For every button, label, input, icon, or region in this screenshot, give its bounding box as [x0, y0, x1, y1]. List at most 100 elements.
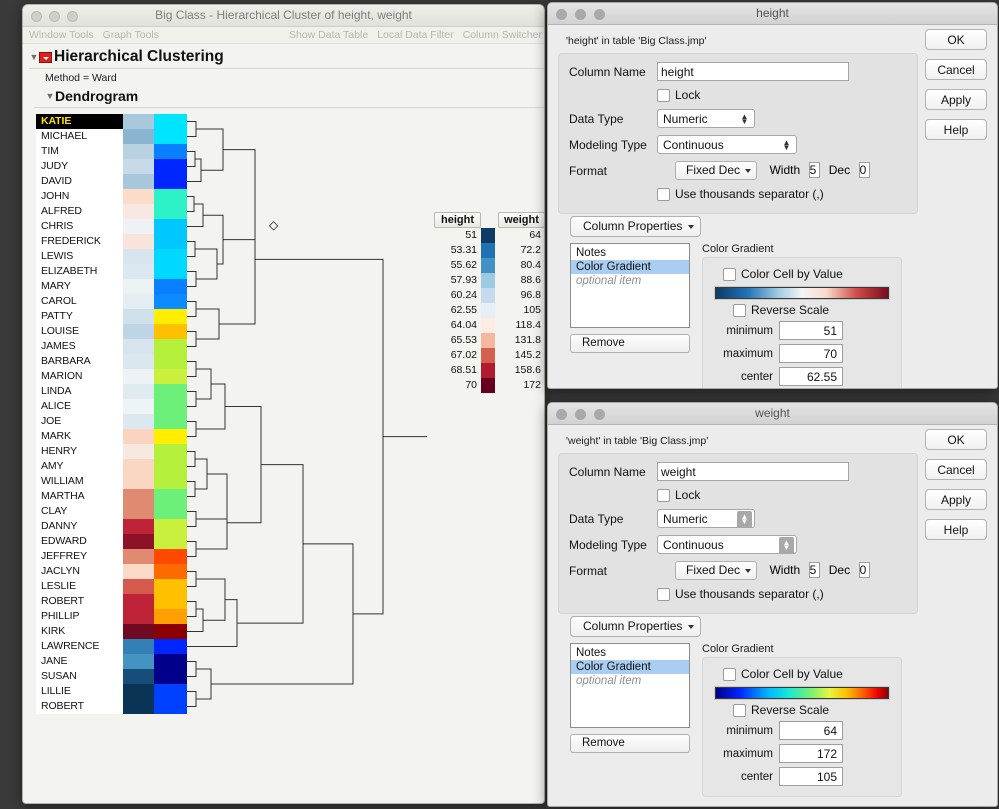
thousands-separator-checkbox[interactable]: [657, 187, 670, 201]
cancel-button[interactable]: Cancel: [925, 59, 987, 80]
heatmap-cell[interactable]: [154, 429, 187, 445]
row-label[interactable]: MARION: [36, 369, 123, 384]
heatmap-cell[interactable]: [123, 474, 154, 490]
heatmap-cell[interactable]: [154, 459, 187, 475]
toolbar-show-data-table[interactable]: Show Data Table: [289, 29, 368, 41]
center-input[interactable]: 62.55: [779, 367, 843, 386]
width-input[interactable]: 5: [808, 562, 821, 578]
outline-dendrogram[interactable]: ▼Dendrogram: [23, 87, 544, 109]
row-label[interactable]: LAWRENCE: [36, 639, 123, 654]
row-label[interactable]: JACLYN: [36, 564, 123, 579]
row-label-list[interactable]: KATIE MICHAEL TIM JUDY DAVID JOHN ALFRED CHRIS F…: [36, 114, 123, 715]
heatmap-cell[interactable]: [154, 174, 187, 190]
chevron-updown-icon[interactable]: ▲ ▼: [737, 111, 752, 128]
row-label[interactable]: SUSAN: [36, 669, 123, 684]
row-label[interactable]: ELIZABETH: [36, 264, 123, 279]
minimum-input[interactable]: 64: [779, 721, 843, 740]
heatmap-cell[interactable]: [123, 294, 154, 310]
heatmap-cell[interactable]: [123, 219, 154, 235]
list-item-color-gradient[interactable]: Color Gradient: [571, 660, 689, 674]
data-type-select[interactable]: Numeric ▲ ▼: [657, 109, 755, 128]
modeling-type-select[interactable]: Continuous ▲ ▼: [657, 535, 797, 554]
lock-checkbox[interactable]: [657, 488, 670, 502]
toolbar-window-tools[interactable]: Window Tools: [29, 29, 94, 41]
heatmap-cell[interactable]: [123, 369, 154, 385]
row-label[interactable]: ALICE: [36, 399, 123, 414]
row-label[interactable]: JANE: [36, 654, 123, 669]
heatmap-cell[interactable]: [154, 369, 187, 385]
row-label[interactable]: JOHN: [36, 189, 123, 204]
heatmap-cell[interactable]: [123, 189, 154, 205]
heatmap-cell[interactable]: [123, 354, 154, 370]
height-gradient-bar[interactable]: [715, 287, 889, 299]
row-label[interactable]: CLAY: [36, 504, 123, 519]
row-label[interactable]: LILLIE: [36, 684, 123, 699]
dec-input[interactable]: 0: [858, 162, 871, 178]
row-label[interactable]: PHILLIP: [36, 609, 123, 624]
heatmap-cell[interactable]: [154, 474, 187, 490]
red-triangle-menu-icon[interactable]: [39, 51, 52, 63]
heatmap-cell[interactable]: [123, 459, 154, 475]
heatmap-cell[interactable]: [123, 594, 154, 610]
dendrogram-area[interactable]: KATIE MICHAEL TIM JUDY DAVID JOHN ALFRED CHRIS F…: [23, 108, 544, 748]
heatmap-cell[interactable]: [154, 654, 187, 670]
heatmap-cell[interactable]: [123, 324, 154, 340]
heatmap-cell[interactable]: [154, 159, 187, 175]
remove-button[interactable]: Remove: [570, 734, 690, 753]
apply-button[interactable]: Apply: [925, 489, 987, 510]
heatmap-cell[interactable]: [154, 534, 187, 550]
toolbar-local-data-filter[interactable]: Local Data Filter: [377, 29, 453, 41]
heatmap-cell[interactable]: [154, 324, 187, 340]
heatmap-cell[interactable]: [154, 684, 187, 700]
weight-dialog-titlebar[interactable]: weight: [548, 403, 997, 425]
heatmap-cell[interactable]: [123, 579, 154, 595]
minimum-input[interactable]: 51: [779, 321, 843, 340]
heatmap-column-height[interactable]: [123, 114, 154, 715]
heatmap-cell[interactable]: [154, 519, 187, 535]
row-label[interactable]: AMY: [36, 459, 123, 474]
heatmap-cell[interactable]: [123, 174, 154, 190]
heatmap-cell[interactable]: [123, 519, 154, 535]
cancel-button[interactable]: Cancel: [925, 459, 987, 480]
row-label[interactable]: LOUISE: [36, 324, 123, 339]
apply-button[interactable]: Apply: [925, 89, 987, 110]
list-item-optional[interactable]: optional item: [571, 674, 689, 688]
heatmap-cell[interactable]: [154, 249, 187, 265]
heatmap-cell[interactable]: [154, 384, 187, 400]
heatmap-cell[interactable]: [123, 204, 154, 220]
toolbar-graph-tools[interactable]: Graph Tools: [103, 29, 159, 41]
heatmap-cell[interactable]: [123, 564, 154, 580]
list-item-notes[interactable]: Notes: [571, 646, 689, 660]
heatmap-cell[interactable]: [154, 639, 187, 655]
heatmap-cell[interactable]: [123, 654, 154, 670]
list-item-notes[interactable]: Notes: [571, 246, 689, 260]
heatmap-cell[interactable]: [123, 249, 154, 265]
row-label[interactable]: EDWARD: [36, 534, 123, 549]
row-label[interactable]: JAMES: [36, 339, 123, 354]
dec-input[interactable]: 0: [858, 562, 871, 578]
row-label[interactable]: WILLIAM: [36, 474, 123, 489]
heatmap-cell[interactable]: [123, 624, 154, 640]
height-properties-list[interactable]: Notes Color Gradient optional item: [570, 243, 690, 328]
heatmap-cell[interactable]: [123, 309, 154, 325]
data-type-select[interactable]: Numeric ▲ ▼: [657, 509, 755, 528]
ok-button[interactable]: OK: [925, 29, 987, 50]
heatmap-cell[interactable]: [154, 669, 187, 685]
heatmap-cell[interactable]: [154, 279, 187, 295]
format-popup-button[interactable]: Fixed Dec: [675, 561, 758, 580]
heatmap-cell[interactable]: [123, 414, 154, 430]
heatmap-cell[interactable]: [154, 129, 187, 145]
toolbar-column-switcher[interactable]: Column Switcher: [463, 29, 542, 41]
list-item-color-gradient[interactable]: Color Gradient: [571, 260, 689, 274]
row-label[interactable]: ROBERT: [36, 594, 123, 609]
row-label[interactable]: MARTHA: [36, 489, 123, 504]
heatmap-cell[interactable]: [123, 384, 154, 400]
heatmap-cell[interactable]: [123, 429, 154, 445]
row-label[interactable]: CAROL: [36, 294, 123, 309]
heatmap-cell[interactable]: [154, 399, 187, 415]
column-properties-button[interactable]: Column Properties: [570, 616, 702, 637]
heatmap-cell[interactable]: [123, 159, 154, 175]
weight-gradient-bar[interactable]: [715, 687, 889, 699]
row-label[interactable]: TIM: [36, 144, 123, 159]
width-input[interactable]: 5: [808, 162, 821, 178]
